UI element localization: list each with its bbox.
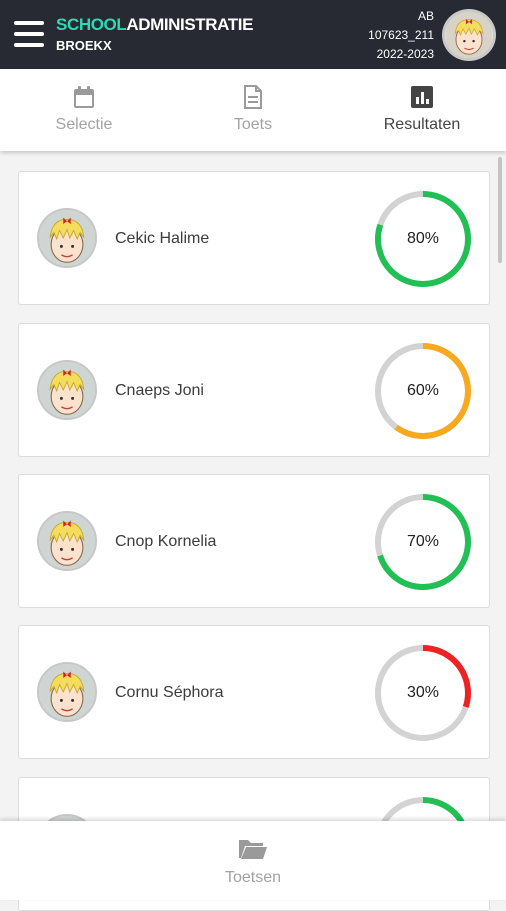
student-name: Cnaeps Joni [115,382,204,399]
score-label: 30% [406,684,440,701]
menu-icon[interactable] [14,21,44,47]
app-title-part2: ADMINISTRATIE [126,15,254,34]
score-label: 80% [406,230,440,247]
score-label: 60% [406,382,440,399]
student-avatar [37,360,97,420]
calendar-icon [74,86,94,108]
student-avatar-icon [39,210,95,266]
student-avatar-icon [39,362,95,418]
tab-toets-label: Toets [233,116,273,133]
result-card[interactable]: Cnop Kornelia 70% [18,474,490,608]
bar-chart-icon [411,86,433,108]
folder-icon [239,840,267,859]
student-avatar [37,662,97,722]
school-name: BROEKX [56,38,112,53]
student-avatar [37,208,97,268]
school-year: 2022-2023 [376,47,434,61]
tab-selectie-label: Selectie [55,116,113,133]
user-code: 107623_211 [368,28,434,42]
student-name: Cnop Kornelia [115,533,217,550]
app-title-part1: SCHOOL [56,15,127,34]
user-info: AB 107623_211 2022-2023 [368,7,434,64]
tab-selectie[interactable]: Selectie [0,69,168,151]
student-avatar [37,511,97,571]
result-card[interactable]: Cnaeps Joni 60% [18,323,490,457]
tab-toets[interactable]: Toets [169,69,337,151]
app-header: SCHOOLADMINISTRATIE BROEKX AB 107623_211… [0,0,506,69]
tab-resultaten[interactable]: Resultaten [338,69,506,151]
tab-bar: Selectie Toets Resultaten [0,69,506,151]
student-name: Cekic Halime [115,230,210,247]
user-initials: AB [417,9,434,23]
scrollbar[interactable] [498,157,502,263]
tab-resultaten-label: Resultaten [383,116,461,133]
bottom-nav-toetsen[interactable]: Toetsen [0,821,506,900]
document-icon [244,85,262,109]
result-card[interactable]: Cekic Halime 80% [18,171,490,305]
student-avatar-icon [39,664,95,720]
user-avatar[interactable] [442,9,496,61]
student-avatar-icon [39,513,95,569]
student-name: Cornu Séphora [115,684,224,701]
avatar-icon [446,12,492,58]
app-title: SCHOOLADMINISTRATIE [56,15,253,35]
bottom-nav-label: Toetsen [224,869,282,886]
result-card[interactable]: Cornu Séphora 30% [18,625,490,759]
score-label: 70% [406,533,440,550]
